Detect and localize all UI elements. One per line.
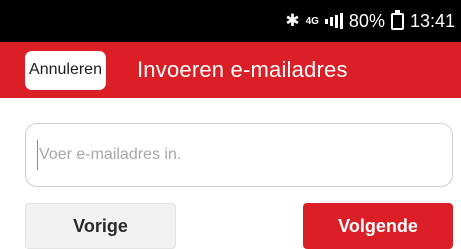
cancel-button[interactable]: Annuleren — [25, 50, 106, 90]
status-bar: ✱ 4G 80% 13:41 — [0, 0, 461, 42]
email-field[interactable] — [25, 123, 453, 187]
email-form: Vorige Volgende — [0, 98, 461, 249]
app-header: Annuleren Invoeren e-mailadres — [0, 42, 461, 98]
battery-charging-icon — [390, 9, 404, 30]
previous-button[interactable]: Vorige — [25, 203, 176, 249]
network-4g-icon: 4G — [305, 15, 319, 27]
battery-percent: 80% — [348, 10, 385, 31]
bluetooth-icon: ✱ — [285, 11, 300, 30]
clock: 13:41 — [409, 10, 455, 31]
page-title: Invoeren e-mailadres — [137, 57, 348, 82]
email-input[interactable] — [37, 140, 452, 170]
next-button[interactable]: Volgende — [303, 203, 453, 249]
network-type-label: 4G — [305, 15, 319, 27]
signal-icon — [324, 13, 343, 29]
